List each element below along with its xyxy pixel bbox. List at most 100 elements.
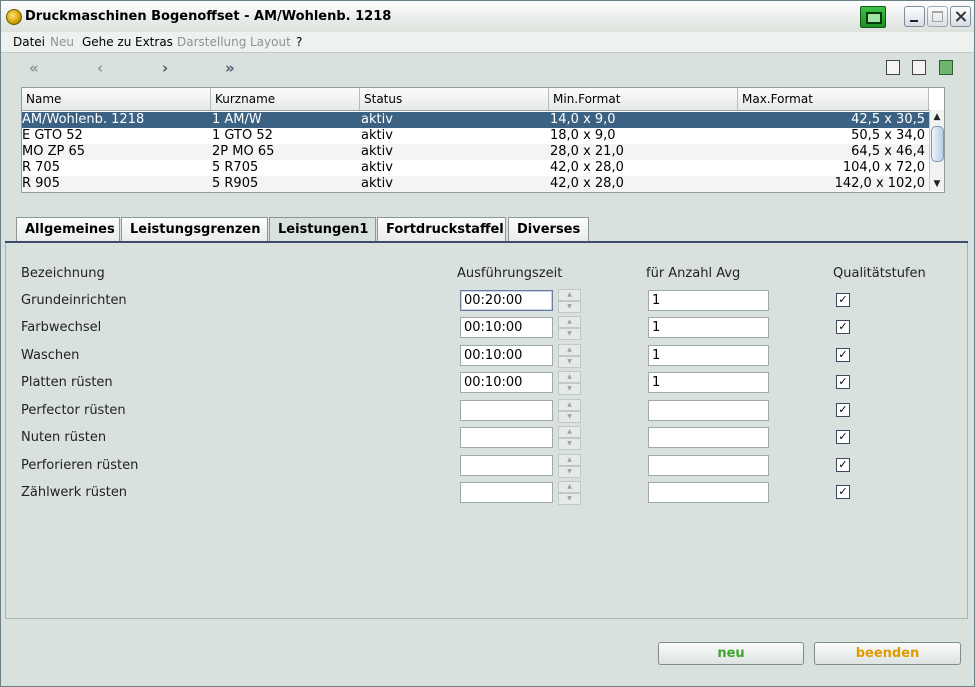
- table-scrollbar[interactable]: ▲ ▼: [929, 110, 944, 191]
- time-spinner[interactable]: ▲ ▼: [558, 344, 581, 368]
- count-input[interactable]: [648, 482, 769, 503]
- header-anzahl-avg: für Anzahl Avg: [646, 266, 741, 281]
- column-header-min-format[interactable]: Min.Format: [549, 88, 738, 110]
- menu-datei[interactable]: Datei: [13, 35, 45, 49]
- tab-allgemeines[interactable]: Allgemeines: [16, 217, 120, 241]
- count-input[interactable]: 1: [648, 372, 769, 393]
- menu-gehe-zu[interactable]: Gehe zu: [82, 35, 131, 49]
- cell-max-format: 64,5 x 46,4: [851, 144, 925, 159]
- quality-checkbox[interactable]: ✓: [836, 375, 850, 389]
- time-spinner[interactable]: ▲ ▼: [558, 481, 581, 505]
- time-input[interactable]: 00:10:00: [460, 345, 553, 366]
- count-input[interactable]: 1: [648, 290, 769, 311]
- row-label: Waschen: [21, 348, 80, 363]
- quality-checkbox[interactable]: ✓: [836, 430, 850, 444]
- cell-min-format: 14,0 x 9,0: [550, 112, 616, 127]
- time-input[interactable]: [460, 427, 553, 448]
- scroll-thumb[interactable]: [931, 126, 944, 162]
- table-row[interactable]: R 905 5 R905 aktiv 42,0 x 28,0 142,0 x 1…: [22, 176, 929, 192]
- tab-leistungen1[interactable]: Leistungen1: [269, 217, 376, 243]
- close-button[interactable]: [950, 6, 971, 27]
- row-label: Perforieren rüsten: [21, 458, 139, 473]
- time-input[interactable]: 00:10:00: [460, 372, 553, 393]
- menu-help[interactable]: ?: [296, 35, 302, 49]
- cell-name: MO ZP 65: [22, 144, 86, 159]
- quality-checkbox[interactable]: ✓: [836, 403, 850, 417]
- quality-checkbox[interactable]: ✓: [836, 293, 850, 307]
- count-input[interactable]: 1: [648, 345, 769, 366]
- row-label: Perfector rüsten: [21, 403, 126, 418]
- time-spinner[interactable]: ▲ ▼: [558, 454, 581, 478]
- row-label: Nuten rüsten: [21, 430, 107, 445]
- time-spinner[interactable]: ▲ ▼: [558, 316, 581, 340]
- toolbar: « ‹ › »: [1, 53, 974, 81]
- cell-kurzname: 5 R705: [212, 160, 259, 175]
- calculator-icon[interactable]: [912, 60, 926, 75]
- beenden-button-label: beenden: [855, 646, 920, 661]
- neu-button-label: neu: [717, 646, 745, 661]
- cell-min-format: 42,0 x 28,0: [550, 176, 624, 191]
- column-header-max-format[interactable]: Max.Format: [738, 88, 929, 110]
- cell-min-format: 28,0 x 21,0: [550, 144, 624, 159]
- title-bar: Druckmaschinen Bogenoffset - AM/Wohlenb.…: [1, 1, 974, 33]
- machine-table: Name Kurzname Status Min.Format Max.Form…: [21, 87, 945, 193]
- column-header-name[interactable]: Name: [22, 88, 211, 110]
- tab-fortdruckstaffel[interactable]: Fortdruckstaffel: [377, 217, 506, 241]
- beenden-button[interactable]: beenden: [814, 642, 961, 665]
- previous-record-icon[interactable]: ‹: [97, 59, 103, 77]
- time-spinner[interactable]: ▲ ▼: [558, 399, 581, 423]
- menu-extras[interactable]: Extras: [135, 35, 173, 49]
- first-record-icon[interactable]: «: [29, 59, 39, 77]
- column-header-kurzname[interactable]: Kurzname: [211, 88, 360, 110]
- cell-kurzname: 2P MO 65: [212, 144, 275, 159]
- table-row[interactable]: MO ZP 65 2P MO 65 aktiv 28,0 x 21,0 64,5…: [22, 144, 929, 160]
- row-label: Grundeinrichten: [21, 293, 127, 308]
- quality-checkbox[interactable]: ✓: [836, 320, 850, 334]
- minimize-button[interactable]: [904, 6, 925, 27]
- cell-max-format: 42,5 x 30,5: [851, 112, 925, 127]
- time-input[interactable]: [460, 455, 553, 476]
- printer-icon[interactable]: [860, 6, 886, 28]
- maximize-button: [927, 6, 948, 27]
- last-record-icon[interactable]: »: [225, 59, 235, 77]
- scroll-down-icon[interactable]: ▼: [930, 177, 944, 191]
- time-input[interactable]: 00:10:00: [460, 317, 553, 338]
- time-input[interactable]: [460, 400, 553, 421]
- header-ausfuehrungszeit: Ausführungszeit: [457, 266, 563, 281]
- tab-leistungsgrenzen[interactable]: Leistungsgrenzen: [121, 217, 268, 241]
- table-row[interactable]: E GTO 52 1 GTO 52 aktiv 18,0 x 9,0 50,5 …: [22, 128, 929, 144]
- cell-status: aktiv: [361, 160, 393, 175]
- cell-name: AM/Wohlenb. 1218: [22, 112, 145, 127]
- column-header-status[interactable]: Status: [360, 88, 549, 110]
- tab-diverses[interactable]: Diverses: [508, 217, 589, 241]
- neu-button[interactable]: neu: [658, 642, 804, 665]
- cell-status: aktiv: [361, 112, 393, 127]
- table-row[interactable]: AM/Wohlenb. 1218 1 AM/W aktiv 14,0 x 9,0…: [22, 112, 929, 128]
- new-document-icon[interactable]: [886, 60, 900, 75]
- time-input[interactable]: 00:20:00: [460, 290, 553, 311]
- table-row[interactable]: R 705 5 R705 aktiv 42,0 x 28,0 104,0 x 7…: [22, 160, 929, 176]
- help-icon[interactable]: [939, 60, 953, 75]
- row-label: Farbwechsel: [21, 320, 102, 335]
- quality-checkbox[interactable]: ✓: [836, 458, 850, 472]
- quality-checkbox[interactable]: ✓: [836, 485, 850, 499]
- time-spinner[interactable]: ▲ ▼: [558, 426, 581, 450]
- header-bezeichnung: Bezeichnung: [21, 266, 105, 281]
- cell-status: aktiv: [361, 144, 393, 159]
- count-input[interactable]: 1: [648, 317, 769, 338]
- cell-name: R 905: [22, 176, 60, 191]
- scroll-up-icon[interactable]: ▲: [930, 110, 944, 124]
- cell-max-format: 50,5 x 34,0: [851, 128, 925, 143]
- cell-max-format: 104,0 x 72,0: [842, 160, 925, 175]
- time-spinner[interactable]: ▲ ▼: [558, 289, 581, 313]
- next-record-icon[interactable]: ›: [162, 59, 168, 77]
- cell-kurzname: 5 R905: [212, 176, 259, 191]
- count-input[interactable]: [648, 400, 769, 421]
- app-window: Druckmaschinen Bogenoffset - AM/Wohlenb.…: [0, 0, 975, 687]
- time-spinner[interactable]: ▲ ▼: [558, 371, 581, 395]
- time-input[interactable]: [460, 482, 553, 503]
- count-input[interactable]: [648, 455, 769, 476]
- cell-name: R 705: [22, 160, 60, 175]
- count-input[interactable]: [648, 427, 769, 448]
- quality-checkbox[interactable]: ✓: [836, 348, 850, 362]
